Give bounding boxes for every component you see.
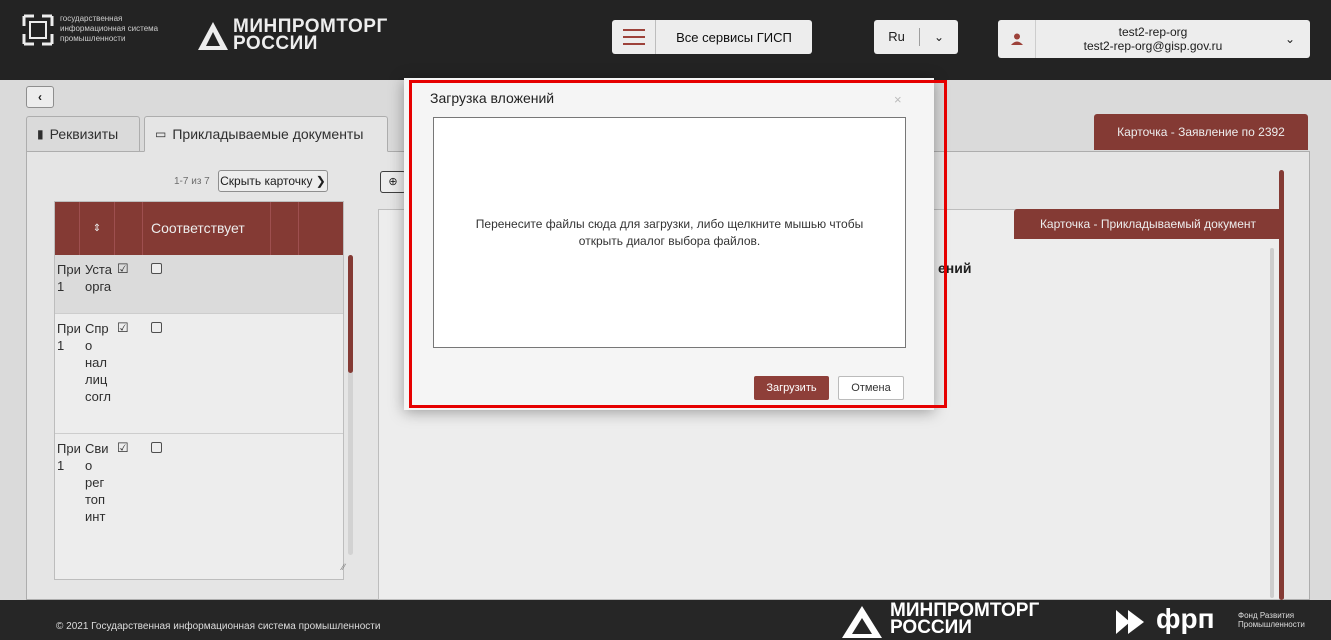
- dropzone-hint-line-2: открыть диалог выбора файлов.: [578, 234, 761, 248]
- dropzone-hint: Перенесите файлы сюда для загрузки, либо…: [433, 216, 906, 250]
- footer-ministry-text: МИНПРОМТОРГ РОССИИ: [890, 601, 1039, 638]
- cancel-button[interactable]: Отмена: [838, 376, 904, 400]
- ministry-logo-icon: [842, 606, 882, 640]
- frp-subtitle-line-1: Фонд Развития: [1238, 611, 1295, 620]
- dropzone-hint-line-1: Перенесите файлы сюда для загрузки, либо…: [475, 217, 864, 231]
- frp-subtitle: Фонд Развития Промышленности: [1238, 611, 1305, 629]
- footer-ministry-line-2: РОССИИ: [890, 617, 972, 638]
- frp-logo-text: фрп: [1156, 603, 1215, 634]
- frp-subtitle-line-2: Промышленности: [1238, 620, 1305, 629]
- dialog-title: Загрузка вложений: [430, 90, 555, 106]
- frp-arrow-icon: [1116, 610, 1154, 639]
- close-icon[interactable]: ×: [894, 92, 902, 107]
- upload-button[interactable]: Загрузить: [754, 376, 829, 400]
- copyright: © 2021 Государственная информационная си…: [56, 621, 381, 632]
